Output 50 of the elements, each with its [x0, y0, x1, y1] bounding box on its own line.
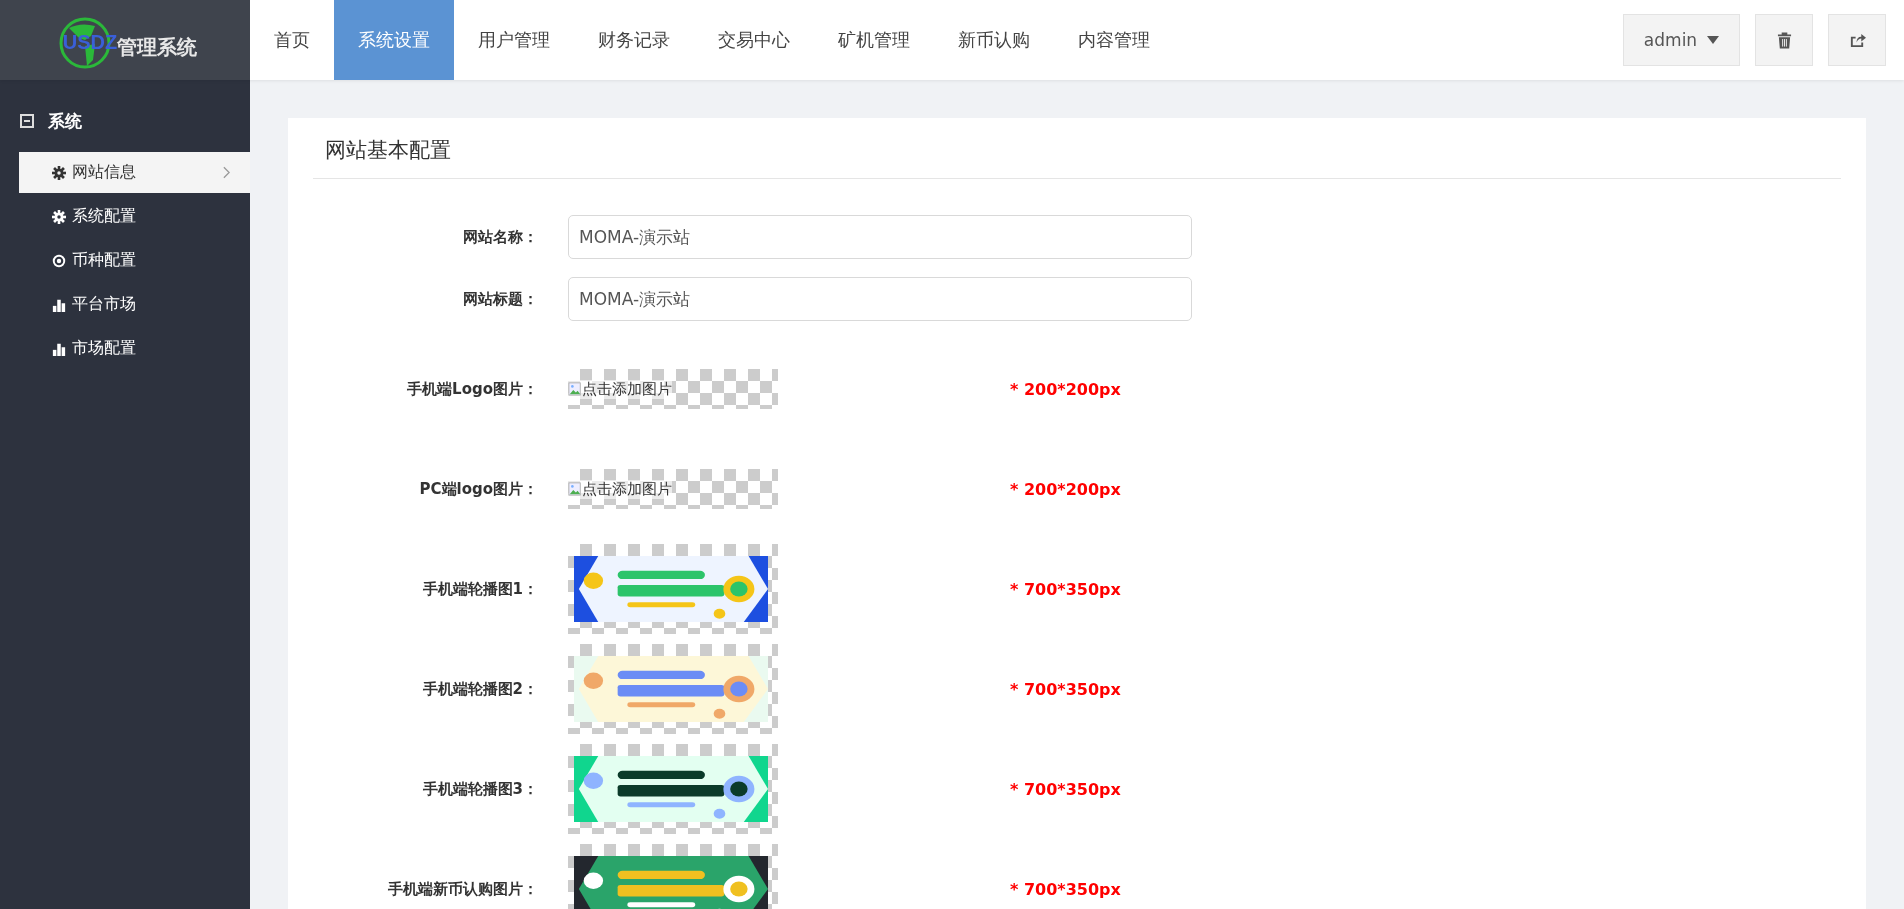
field-label: PC端logo图片： — [418, 479, 538, 499]
nav-tab[interactable]: 用户管理 — [454, 0, 574, 80]
sidebar-group-label: 系统 — [48, 109, 82, 133]
logo-title: 管理系统 — [117, 33, 198, 61]
image-alt-text: 点击添加图片 — [582, 379, 672, 399]
sidebar-item[interactable]: 系统配置 — [19, 196, 250, 237]
gear-icon — [52, 165, 66, 180]
bar-chart-icon — [52, 297, 66, 312]
nav-tab[interactable]: 财务记录 — [574, 0, 694, 80]
collapse-icon[interactable] — [20, 114, 34, 128]
size-hint: * 700*350px — [1010, 679, 1121, 699]
broken-image-icon — [568, 481, 582, 497]
field-label: 手机端轮播图3： — [421, 779, 538, 799]
target-icon — [52, 253, 66, 268]
nav-tab[interactable]: 新币认购 — [934, 0, 1054, 80]
trash-button[interactable] — [1755, 14, 1813, 66]
sidebar-item[interactable]: 平台市场 — [19, 284, 250, 325]
user-menu-button[interactable]: admin — [1623, 14, 1740, 66]
input-field[interactable]: MOMA-演示站 — [568, 277, 1192, 321]
field-label: 手机端Logo图片： — [406, 379, 538, 399]
nav-tab[interactable]: 交易中心 — [694, 0, 814, 80]
caret-icon — [1707, 36, 1720, 44]
size-hint: * 200*200px — [1010, 379, 1121, 399]
size-hint: * 700*350px — [1010, 579, 1121, 599]
logout-button[interactable] — [1828, 14, 1886, 66]
input-field[interactable]: MOMA-演示站 — [568, 215, 1192, 259]
field-label: 手机端轮播图2： — [421, 679, 538, 699]
image-upload-slot[interactable]: 点击添加图片 — [568, 369, 778, 409]
bar-chart-icon — [52, 341, 66, 356]
field-label: 手机端轮播图1： — [421, 579, 538, 599]
sidebar-item[interactable]: 网站信息 — [19, 152, 250, 193]
trash-icon — [1776, 31, 1792, 49]
field-label: 网站名称： — [462, 227, 538, 247]
sidebar-item[interactable]: 币种配置 — [19, 240, 250, 281]
chevron-right-icon — [223, 166, 230, 179]
share-icon — [1848, 31, 1866, 49]
gear-icon — [52, 209, 66, 224]
sidebar-item[interactable]: 市场配置 — [19, 328, 250, 369]
image-upload-slot[interactable]: 点击添加图片 — [568, 469, 778, 509]
broken-image-icon — [568, 381, 582, 397]
nav-tab[interactable]: 内容管理 — [1054, 0, 1174, 80]
nav-tab[interactable]: 矿机管理 — [814, 0, 934, 80]
size-hint: * 200*200px — [1010, 479, 1121, 499]
card-title: 网站基本配置 — [313, 118, 1841, 179]
size-hint: * 700*350px — [1010, 779, 1121, 799]
image-alt-text: 点击添加图片 — [582, 479, 672, 499]
nav-tab[interactable]: 首页 — [250, 0, 334, 80]
field-label: 网站标题： — [462, 289, 538, 309]
size-hint: * 700*350px — [1010, 879, 1121, 899]
field-label: 手机端新币认购图片： — [387, 879, 538, 899]
